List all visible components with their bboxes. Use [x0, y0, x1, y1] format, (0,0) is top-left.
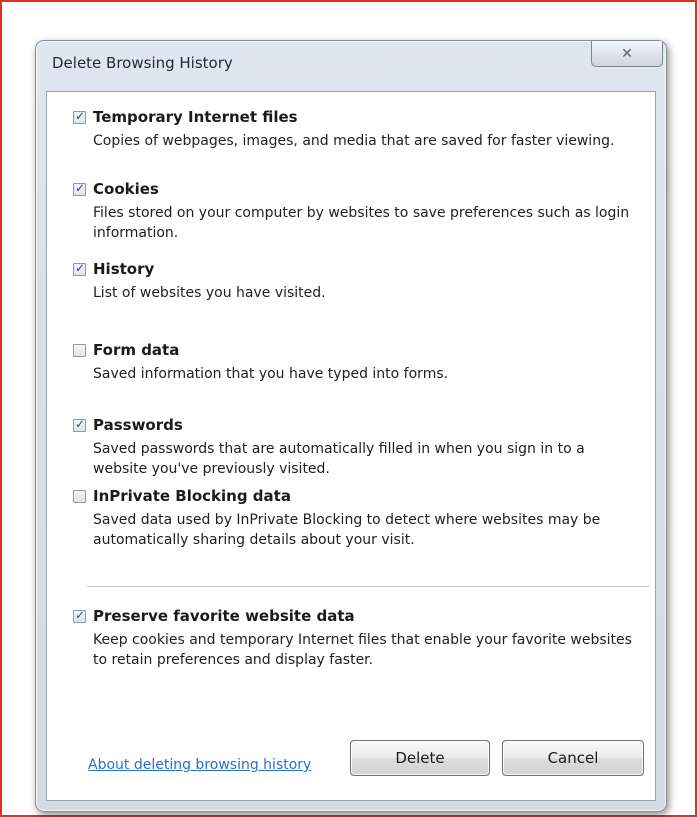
form-data-checkbox[interactable]	[73, 343, 86, 357]
option-description: Saved passwords that are automatically f…	[93, 441, 585, 477]
option-label: Cookies	[93, 180, 159, 198]
delete-browsing-history-dialog: Delete Browsing History ✕ ✓ Temporary In…	[35, 40, 667, 812]
preserve-favorite-website-data-checkbox[interactable]: ✓	[73, 607, 86, 623]
option-label: Form data	[93, 341, 180, 359]
checkmark-icon: ✓	[75, 260, 86, 275]
checkmark-icon: ✓	[75, 416, 86, 431]
passwords-checkbox[interactable]: ✓	[73, 416, 86, 432]
option-passwords: ✓ Passwords Saved passwords that are aut…	[73, 416, 633, 479]
history-checkbox[interactable]: ✓	[73, 260, 86, 276]
option-label: Temporary Internet files	[93, 108, 298, 126]
cancel-button[interactable]: Cancel	[502, 740, 644, 776]
option-description: List of websites you have visited.	[93, 285, 326, 301]
option-cookies: ✓ Cookies Files stored on your computer …	[73, 180, 633, 243]
close-icon: ✕	[621, 45, 633, 62]
option-description: Saved information that you have typed in…	[93, 366, 449, 382]
option-label: History	[93, 260, 155, 278]
option-description: Saved data used by InPrivate Blocking to…	[93, 512, 601, 548]
dialog-title: Delete Browsing History	[52, 54, 233, 72]
option-label: Passwords	[93, 416, 183, 434]
checkmark-icon: ✓	[75, 607, 86, 622]
about-deleting-browsing-history-link[interactable]: About deleting browsing history	[88, 757, 311, 773]
option-temporary-internet-files: ✓ Temporary Internet files Copies of web…	[73, 108, 633, 151]
option-inprivate-blocking-data: InPrivate Blocking data Saved data used …	[73, 487, 633, 550]
cookies-checkbox[interactable]: ✓	[73, 180, 86, 196]
option-form-data: Form data Saved information that you hav…	[73, 341, 633, 384]
option-description: Keep cookies and temporary Internet file…	[93, 632, 632, 668]
dialog-body: ✓ Temporary Internet files Copies of web…	[46, 91, 656, 801]
close-button[interactable]: ✕	[591, 41, 663, 67]
delete-button[interactable]: Delete	[350, 740, 490, 776]
option-description: Files stored on your computer by website…	[93, 205, 630, 241]
option-description: Copies of webpages, images, and media th…	[93, 133, 615, 149]
option-history: ✓ History List of websites you have visi…	[73, 260, 633, 303]
divider	[87, 586, 649, 587]
outer-frame: Delete Browsing History ✕ ✓ Temporary In…	[0, 0, 697, 817]
option-label: InPrivate Blocking data	[93, 487, 291, 505]
checkmark-icon: ✓	[75, 108, 86, 123]
checkmark-icon: ✓	[75, 180, 86, 195]
option-label: Preserve favorite website data	[93, 607, 355, 625]
option-preserve-favorite-website-data: ✓ Preserve favorite website data Keep co…	[73, 607, 633, 670]
temporary-internet-files-checkbox[interactable]: ✓	[73, 108, 86, 124]
inprivate-blocking-data-checkbox[interactable]	[73, 489, 86, 503]
